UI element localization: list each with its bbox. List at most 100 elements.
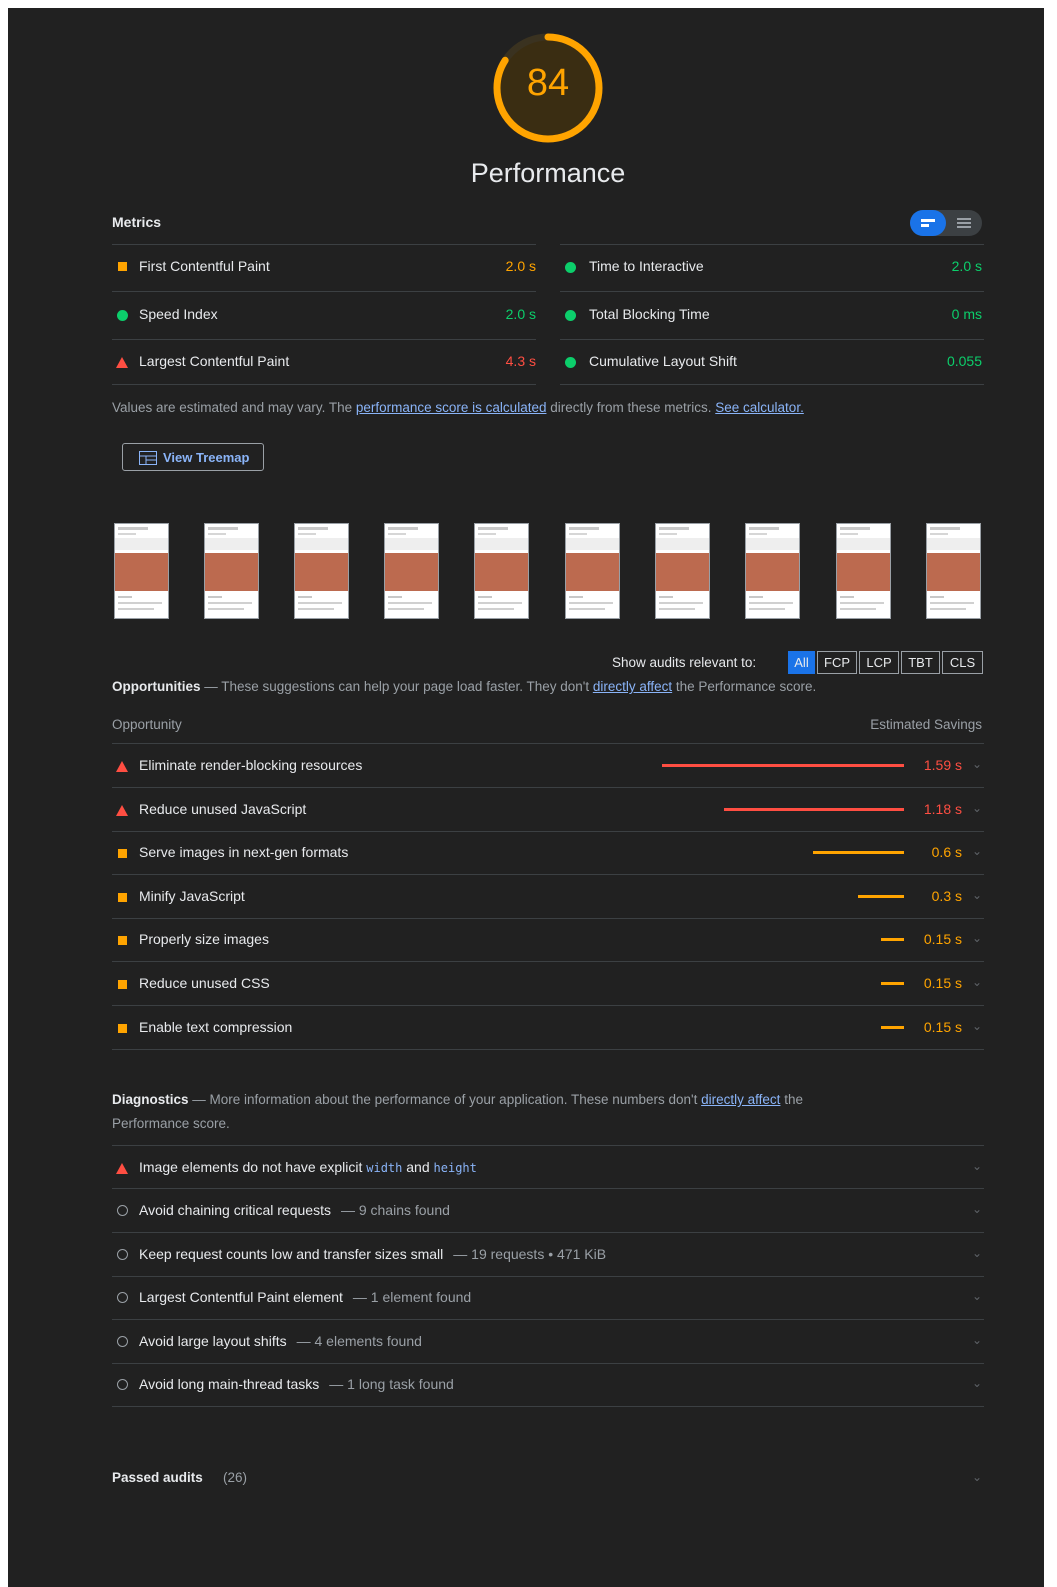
diagnostic-label: Avoid large layout shifts — 4 elements fo… bbox=[139, 1333, 422, 1349]
diagnostic-title: Avoid large layout shifts bbox=[139, 1332, 287, 1349]
opportunity-row[interactable]: Reduce unused JavaScript 1.18 s ⌄ bbox=[112, 788, 984, 831]
diagnostic-row-image-dimensions[interactable]: Image elements do not have explicit widt… bbox=[112, 1146, 984, 1188]
savings-value: 0.3 s bbox=[931, 887, 962, 904]
view-treemap-button[interactable]: View Treemap bbox=[122, 443, 264, 471]
diagnostic-detail: — 1 long task found bbox=[329, 1376, 454, 1393]
chevron-down-icon: ⌄ bbox=[972, 1159, 983, 1173]
chevron-down-icon: ⌄ bbox=[972, 1376, 983, 1391]
diagnostic-detail: — 9 chains found bbox=[340, 1202, 450, 1218]
savings-value: 1.59 s bbox=[923, 757, 962, 773]
diagnostic-row[interactable]: Avoid chaining critical requests — 9 chai… bbox=[112, 1189, 984, 1232]
filmstrip-frame bbox=[745, 523, 800, 619]
filter-all-button[interactable]: All bbox=[788, 651, 815, 674]
chevron-down-icon: ⌄ bbox=[972, 1018, 983, 1033]
pass-circle-icon bbox=[565, 262, 576, 273]
metric-value: 0.055 bbox=[946, 353, 982, 369]
opportunity-row[interactable]: Enable text compression 0.15 s ⌄ bbox=[112, 1006, 984, 1049]
diagnostic-row[interactable]: Keep request counts low and transfer siz… bbox=[112, 1233, 984, 1276]
opportunity-label: Reduce unused CSS bbox=[139, 975, 270, 991]
compact-view-icon[interactable] bbox=[910, 210, 946, 236]
diagnostic-label: Avoid long main-thread tasks — 1 long tas… bbox=[139, 1376, 454, 1392]
opportunity-row[interactable]: Eliminate render-blocking resources 1.59 … bbox=[112, 744, 984, 787]
pass-circle-icon bbox=[117, 310, 128, 321]
opportunity-label: Minify JavaScript bbox=[139, 887, 245, 904]
filmstrip-frame bbox=[474, 523, 529, 619]
metric-value: 0 ms bbox=[951, 306, 982, 322]
average-square-icon bbox=[118, 892, 127, 902]
code-height: height bbox=[433, 1161, 477, 1175]
diagnostics-heading-line: Diagnostics — More information about the… bbox=[112, 1092, 803, 1107]
opportunity-row[interactable]: Reduce unused CSS 0.15 s ⌄ bbox=[112, 962, 984, 1005]
savings-column-header: Estimated Savings bbox=[870, 717, 982, 732]
diagnostics-desc: the bbox=[780, 1092, 803, 1107]
fail-triangle-icon bbox=[116, 357, 128, 368]
filter-tbt-button[interactable]: TBT bbox=[901, 651, 940, 674]
diagnostics-heading: Diagnostics bbox=[112, 1092, 189, 1107]
note-text: Values are estimated and may vary. The bbox=[112, 400, 356, 415]
savings-value: 0.15 s bbox=[923, 931, 962, 948]
metric-label: Time to Interactive bbox=[589, 258, 704, 274]
chevron-down-icon: ⌄ bbox=[972, 800, 983, 815]
diagnostic-title: Avoid long main-thread tasks bbox=[139, 1376, 320, 1393]
diagnostic-label: Avoid chaining critical requests — 9 chai… bbox=[139, 1202, 450, 1218]
informative-circle-icon bbox=[117, 1335, 128, 1347]
filmstrip-frame bbox=[294, 523, 349, 619]
diagnostic-label: Image elements do not have explicit widt… bbox=[139, 1159, 477, 1175]
diagnostic-detail: — 4 elements found bbox=[296, 1332, 422, 1349]
opportunity-label: Properly size images bbox=[139, 931, 269, 948]
filmstrip-frame bbox=[655, 523, 710, 619]
view-treemap-label: View Treemap bbox=[163, 450, 250, 465]
directly-affect-link[interactable]: directly affect bbox=[701, 1092, 780, 1107]
diagnostic-title: Largest Contentful Paint element bbox=[139, 1289, 343, 1306]
passed-audits-label: Passed audits bbox=[112, 1470, 203, 1485]
diagnostic-detail: — 19 requests • 471 KiB bbox=[453, 1245, 607, 1262]
metrics-view-toggle[interactable] bbox=[910, 210, 982, 236]
filmstrip-frame bbox=[204, 523, 259, 619]
lighthouse-report-panel: 84 Performance Metrics First Contentful … bbox=[8, 8, 1044, 1587]
note-text: directly from these metrics. bbox=[546, 400, 716, 415]
metric-label: Cumulative Layout Shift bbox=[589, 353, 737, 369]
average-square-icon bbox=[118, 980, 127, 989]
filmstrip-frame bbox=[836, 523, 891, 619]
savings-value: 0.6 s bbox=[931, 844, 962, 861]
chevron-down-icon: ⌄ bbox=[972, 1245, 983, 1260]
chevron-down-icon: ⌄ bbox=[972, 1470, 983, 1484]
opportunity-row[interactable]: Properly size images 0.15 s ⌄ bbox=[112, 918, 984, 961]
row-divider bbox=[112, 1406, 984, 1408]
diagnostic-text: Image elements do not have explicit bbox=[139, 1159, 367, 1175]
savings-value: 0.15 s bbox=[923, 975, 962, 991]
opportunity-label: Enable text compression bbox=[139, 1018, 293, 1035]
filmstrip-frame bbox=[926, 523, 981, 619]
metrics-heading: Metrics bbox=[112, 214, 162, 230]
filter-fcp-button[interactable]: FCP bbox=[817, 651, 857, 674]
passed-audits-count: (26) bbox=[223, 1470, 248, 1485]
opportunities-desc: the Performance score. bbox=[672, 679, 817, 694]
fail-triangle-icon bbox=[116, 761, 128, 772]
filter-cls-button[interactable]: CLS bbox=[942, 651, 983, 674]
opportunity-column-header: Opportunity bbox=[112, 717, 182, 732]
opportunity-row[interactable]: Minify JavaScript 0.3 s ⌄ bbox=[112, 875, 984, 918]
chevron-down-icon: ⌄ bbox=[972, 1289, 983, 1304]
metric-value: 2.0 s bbox=[505, 306, 536, 322]
diagnostic-row[interactable]: Avoid large layout shifts — 4 elements fo… bbox=[112, 1320, 984, 1363]
see-calculator-link[interactable]: See calculator. bbox=[715, 400, 804, 415]
informative-circle-icon bbox=[117, 1248, 128, 1260]
opportunity-row[interactable]: Serve images in next-gen formats 0.6 s ⌄ bbox=[112, 831, 984, 874]
savings-value: 0.15 s bbox=[923, 1018, 962, 1035]
opportunities-desc: — These suggestions can help your page l… bbox=[200, 679, 593, 694]
metric-value: 4.3 s bbox=[505, 353, 536, 369]
savings-bar bbox=[662, 764, 904, 767]
diagnostic-row[interactable]: Avoid long main-thread tasks — 1 long tas… bbox=[112, 1363, 984, 1406]
pass-circle-icon bbox=[565, 310, 576, 321]
filmstrip-frame bbox=[114, 523, 169, 619]
filter-label: Show audits relevant to: bbox=[612, 655, 757, 670]
diagnostic-row[interactable]: Largest Contentful Paint element — 1 elem… bbox=[112, 1276, 984, 1319]
filter-lcp-button[interactable]: LCP bbox=[859, 651, 899, 674]
metrics-note: Values are estimated and may vary. The p… bbox=[112, 400, 804, 415]
average-square-icon bbox=[118, 936, 127, 946]
directly-affect-link[interactable]: directly affect bbox=[593, 679, 672, 694]
filmstrip-frame bbox=[384, 523, 439, 619]
score-calculated-link[interactable]: performance score is calculated bbox=[356, 400, 547, 415]
expanded-view-icon[interactable] bbox=[946, 210, 982, 236]
passed-audits-row[interactable]: Passed audits (26) ⌄ bbox=[112, 1458, 984, 1498]
